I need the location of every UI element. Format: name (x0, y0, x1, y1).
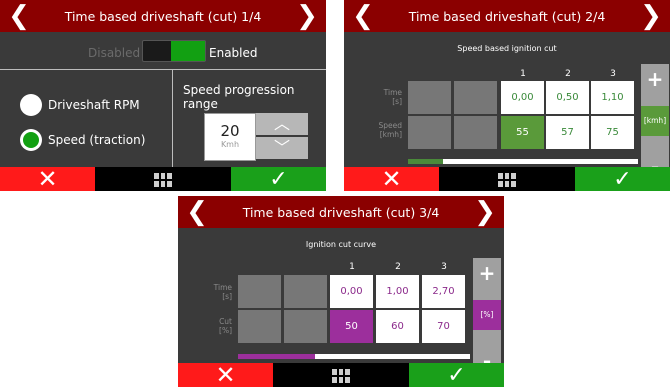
table-cell[interactable]: 57 (546, 116, 589, 149)
speed-range-value-box[interactable]: 20 Kmh (204, 113, 256, 161)
table-cell[interactable]: 60 (376, 310, 419, 343)
table-cell[interactable]: 70 (422, 310, 465, 343)
plus-button[interactable]: + (473, 258, 501, 288)
table-cell-empty[interactable] (408, 81, 451, 114)
table-cell[interactable]: 0,00 (501, 81, 544, 114)
scroll-progress-bar[interactable] (238, 354, 470, 359)
row-label-time: Time [s] (213, 283, 232, 301)
table-cell-selected[interactable]: 55 (501, 116, 544, 149)
screen-title: Time based driveshaft (cut) 2/4 (408, 8, 606, 24)
chevron-right-icon[interactable]: ❯ (294, 0, 320, 32)
screen-3: Time based driveshaft (cut) 3/4 ❮ ❯ Igni… (178, 196, 504, 387)
scroll-progress-fill (238, 354, 315, 359)
value-adjust-panel: + [kmh] - (641, 64, 669, 179)
plus-button[interactable]: + (641, 64, 669, 94)
scroll-progress-bar[interactable] (408, 159, 638, 164)
table-cell[interactable]: 0,50 (546, 81, 589, 114)
chevron-left-icon[interactable]: ❮ (6, 0, 32, 32)
speed-range-value: 20 (220, 122, 240, 140)
table-cell[interactable]: 0,00 (330, 275, 373, 308)
table-cell-selected[interactable]: 50 (330, 310, 373, 343)
table-cell[interactable]: 2,70 (422, 275, 465, 308)
screen-title: Time based driveshaft (cut) 3/4 (242, 204, 440, 220)
table-title: Speed based ignition cut (457, 44, 557, 53)
table-cell-empty[interactable] (454, 81, 497, 114)
screen-2: Time based driveshaft (cut) 2/4 ❮ ❯ Spee… (344, 0, 670, 191)
row-label-cut: Cut [%] (219, 317, 232, 335)
title-bar: Time based driveshaft (cut) 3/4 (178, 196, 504, 228)
speed-range-title: Speed progression range (183, 83, 295, 111)
column-header: 3 (610, 69, 616, 79)
table-cell-empty[interactable] (454, 116, 497, 149)
chevron-left-icon[interactable]: ❮ (184, 196, 210, 228)
table-cell-empty[interactable] (238, 310, 281, 343)
column-header: 3 (441, 262, 447, 272)
chevron-up-icon[interactable]: ︿ (256, 113, 308, 135)
scroll-progress-fill (408, 159, 443, 164)
cancel-button[interactable]: ✕ (178, 361, 273, 387)
confirm-button[interactable]: ✓ (575, 167, 670, 191)
grid-icon[interactable] (154, 173, 172, 187)
unit-button[interactable]: [%] (473, 300, 501, 330)
row-label-speed: Speed [kmh] (378, 121, 402, 139)
grid-icon[interactable] (498, 173, 516, 187)
cancel-button[interactable]: ✕ (0, 165, 95, 191)
enabled-label: Enabled (209, 46, 258, 60)
grid-icon[interactable] (332, 369, 350, 383)
radio-speed-traction-label: Speed (traction) (48, 133, 146, 147)
row-label-time: Time [s] (383, 88, 402, 106)
speed-range-unit: Kmh (220, 140, 240, 149)
column-header: 1 (349, 262, 355, 272)
table-cell-empty[interactable] (408, 116, 451, 149)
column-header: 2 (565, 69, 571, 79)
table-cell[interactable]: 75 (591, 116, 634, 149)
table-cell[interactable]: 1,10 (591, 81, 634, 114)
column-header: 1 (520, 69, 526, 79)
radio-driveshaft-rpm[interactable] (20, 94, 42, 116)
title-bar: Time based driveshaft (cut) 2/4 (344, 0, 670, 32)
cancel-button[interactable]: ✕ (344, 165, 439, 191)
unit-button[interactable]: [kmh] (641, 106, 669, 136)
radio-speed-traction[interactable] (20, 129, 42, 151)
table-title: Ignition cut curve (305, 240, 377, 249)
column-header: 2 (395, 262, 401, 272)
disabled-label: Disabled (88, 46, 141, 60)
confirm-button[interactable]: ✓ (409, 363, 504, 387)
table-cell-empty[interactable] (284, 275, 327, 308)
chevron-left-icon[interactable]: ❮ (350, 0, 376, 32)
chevron-right-icon[interactable]: ❯ (472, 196, 498, 228)
toggle-on-indicator (171, 41, 205, 61)
horizontal-divider (0, 69, 326, 70)
title-bar: Time based driveshaft (cut) 1/4 (0, 0, 326, 32)
chevron-right-icon[interactable]: ❯ (638, 0, 664, 32)
table-cell[interactable]: 1,00 (376, 275, 419, 308)
chevron-down-icon[interactable]: ﹀ (256, 137, 308, 159)
screen-1: Time based driveshaft (cut) 1/4 ❮ ❯ Disa… (0, 0, 326, 191)
radio-driveshaft-rpm-label: Driveshaft RPM (48, 98, 140, 112)
table-cell-empty[interactable] (284, 310, 327, 343)
table-cell-empty[interactable] (238, 275, 281, 308)
confirm-button[interactable]: ✓ (231, 167, 326, 191)
enable-toggle[interactable] (142, 40, 206, 62)
vertical-divider (172, 69, 173, 167)
screen-title: Time based driveshaft (cut) 1/4 (64, 8, 262, 24)
value-adjust-panel: + [%] - (473, 258, 501, 373)
